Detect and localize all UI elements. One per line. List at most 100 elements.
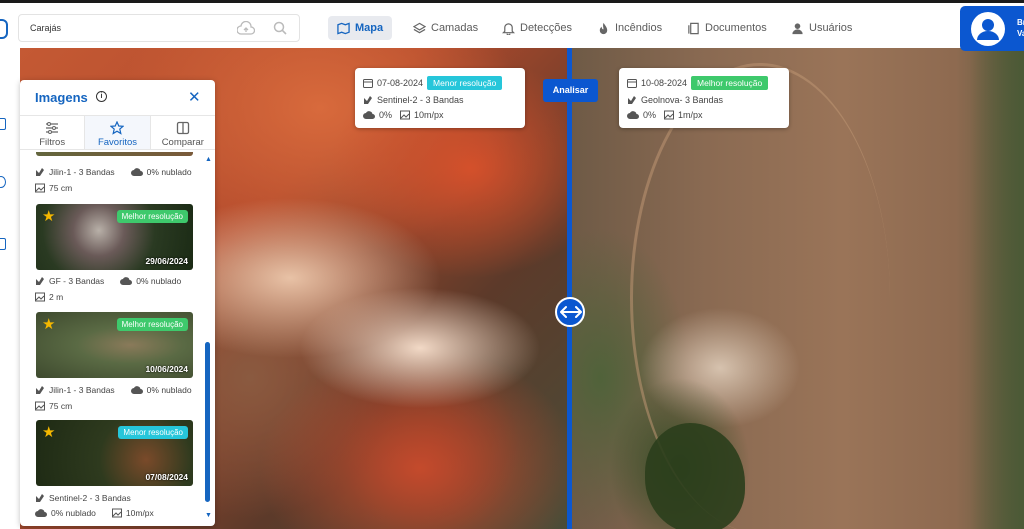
nav-usuarios[interactable]: Usuários [782,16,861,40]
item-sensor: Jilin-1 - 3 Bandas [49,167,115,177]
nav-deteccoes-label: Detecções [520,22,572,34]
list-scrollbar[interactable]: ▲ ▼ [204,152,212,526]
tab-comparar[interactable]: Comparar [151,116,215,149]
left-image-resolution: 10m/px [414,110,444,120]
document-icon[interactable] [0,238,6,250]
map-forest-edge [970,48,1024,529]
left-image-cloud: 0% [379,110,393,120]
satellite-icon [364,96,372,104]
resolution-badge: Melhor resolução [116,318,188,331]
item-sensor: Jilin-1 - 3 Bandas [49,385,115,395]
image-thumbnail[interactable]: ★ Melhor resolução 10/06/2024 [36,312,193,378]
images-panel: Imagens i ✕ Filtros Favoritos Comparar J… [20,80,215,526]
star-outline-icon [110,121,125,135]
arrows-horizontal-icon [560,306,582,318]
item-cloud: 0% nublado [136,276,182,286]
star-filled-icon[interactable]: ★ [42,209,55,224]
right-image-resolution: 1m/px [678,110,703,120]
cloud-icon [627,111,639,119]
panel-tabs: Filtros Favoritos Comparar [20,115,215,150]
image-date: 07/08/2024 [145,472,188,482]
share-icon[interactable] [0,176,6,188]
tab-favoritos-label: Favoritos [97,137,138,148]
compare-slider-handle[interactable] [555,297,585,327]
scroll-up-icon[interactable]: ▲ [205,156,212,163]
close-icon[interactable]: ✕ [188,88,201,106]
left-image-info-card: 07-08-2024 Menor resolução Sentinel-2 - … [355,68,525,128]
nav-documentos-label: Documentos [705,22,767,34]
info-icon[interactable]: i [96,91,107,102]
scroll-down-icon[interactable]: ▼ [205,512,212,519]
image-icon [35,401,45,411]
list-item-meta: Jilin-1 - 3 Bandas 0% nublado [35,385,192,395]
bell-icon [502,22,515,35]
resolution-badge: Melhor resolução [691,76,769,90]
document-icon [688,22,699,34]
user-name-line1: Br [1017,18,1024,27]
top-bar: Carajás Mapa Camadas Detecções Incêndios… [0,0,1024,51]
search-value: Carajás [30,23,62,33]
tab-filtros[interactable]: Filtros [20,116,86,149]
nav-deteccoes[interactable]: Detecções [493,16,581,40]
item-sensor: GF - 3 Bandas [49,276,105,286]
satellite-icon [36,386,44,394]
resolution-badge: Menor resolução [118,426,188,439]
list-item-meta: Sentinel-2 - 3 Bandas [35,493,131,503]
cloud-upload-icon[interactable] [237,21,255,36]
satellite-icon [36,168,44,176]
right-image-date: 10-08-2024 [641,78,688,88]
list-item-meta: 2 m [35,292,63,302]
tab-favoritos[interactable]: Favoritos [85,116,151,149]
scrollbar-thumb[interactable] [205,342,210,502]
nav-usuarios-label: Usuários [809,22,853,34]
left-image-date: 07-08-2024 [377,78,424,88]
resolution-badge: Menor resolução [427,76,503,90]
user-name: Br Va [1017,17,1024,39]
item-resolution: 75 cm [49,183,73,193]
user-icon [792,22,803,34]
left-toolbar [0,48,20,529]
avatar [971,12,1005,46]
item-cloud: 0% nublado [51,508,96,518]
image-icon [35,183,45,193]
fire-icon [599,22,608,34]
nav-incendios-label: Incêndios [615,22,663,34]
list-item-meta: 75 cm [35,401,72,411]
search-input[interactable]: Carajás [18,14,300,42]
image-thumbnail[interactable]: ★ Menor resolução 07/08/2024 [36,420,193,486]
layers-icon[interactable] [0,118,6,130]
cloud-icon [35,509,47,517]
nav-camadas[interactable]: Camadas [404,16,487,40]
favorites-list: Jilin-1 - 3 Bandas 0% nublado 75 cm ★ Me… [20,152,205,526]
compare-divider[interactable] [567,48,572,529]
star-filled-icon[interactable]: ★ [42,425,55,440]
star-filled-icon[interactable]: ★ [42,317,55,332]
left-image-sensor: Sentinel-2 - 3 Bandas [377,95,464,105]
user-name-line2: Va [1017,29,1024,38]
image-icon [664,110,675,120]
app-logo-icon[interactable] [0,19,8,39]
tab-comparar-label: Comparar [161,137,204,148]
satellite-icon [36,494,44,502]
image-icon [111,508,122,518]
item-resolution: 10m/px [125,508,154,518]
search-icon[interactable] [273,21,287,36]
resolution-badge: Melhor resolução [116,210,188,223]
right-image-cloud: 0% [643,110,657,120]
image-thumbnail[interactable] [36,152,193,156]
nav-documentos[interactable]: Documentos [678,16,776,40]
nav-incendios[interactable]: Incêndios [588,16,671,40]
image-thumbnail[interactable]: ★ Melhor resolução 29/06/2024 [36,204,193,270]
item-sensor: Sentinel-2 - 3 Bandas [49,493,131,503]
nav-mapa-label: Mapa [355,22,384,34]
nav-mapa[interactable]: Mapa [328,16,393,40]
cloud-icon [130,168,143,176]
user-menu[interactable]: Br Va [960,6,1024,51]
analyze-button[interactable]: Analisar [543,79,598,102]
calendar-icon [627,79,637,88]
tab-filtros-label: Filtros [39,137,66,148]
item-cloud: 0% nublado [146,167,192,177]
item-resolution: 2 m [49,292,64,302]
image-icon [35,292,45,302]
image-date: 10/06/2024 [145,364,188,374]
